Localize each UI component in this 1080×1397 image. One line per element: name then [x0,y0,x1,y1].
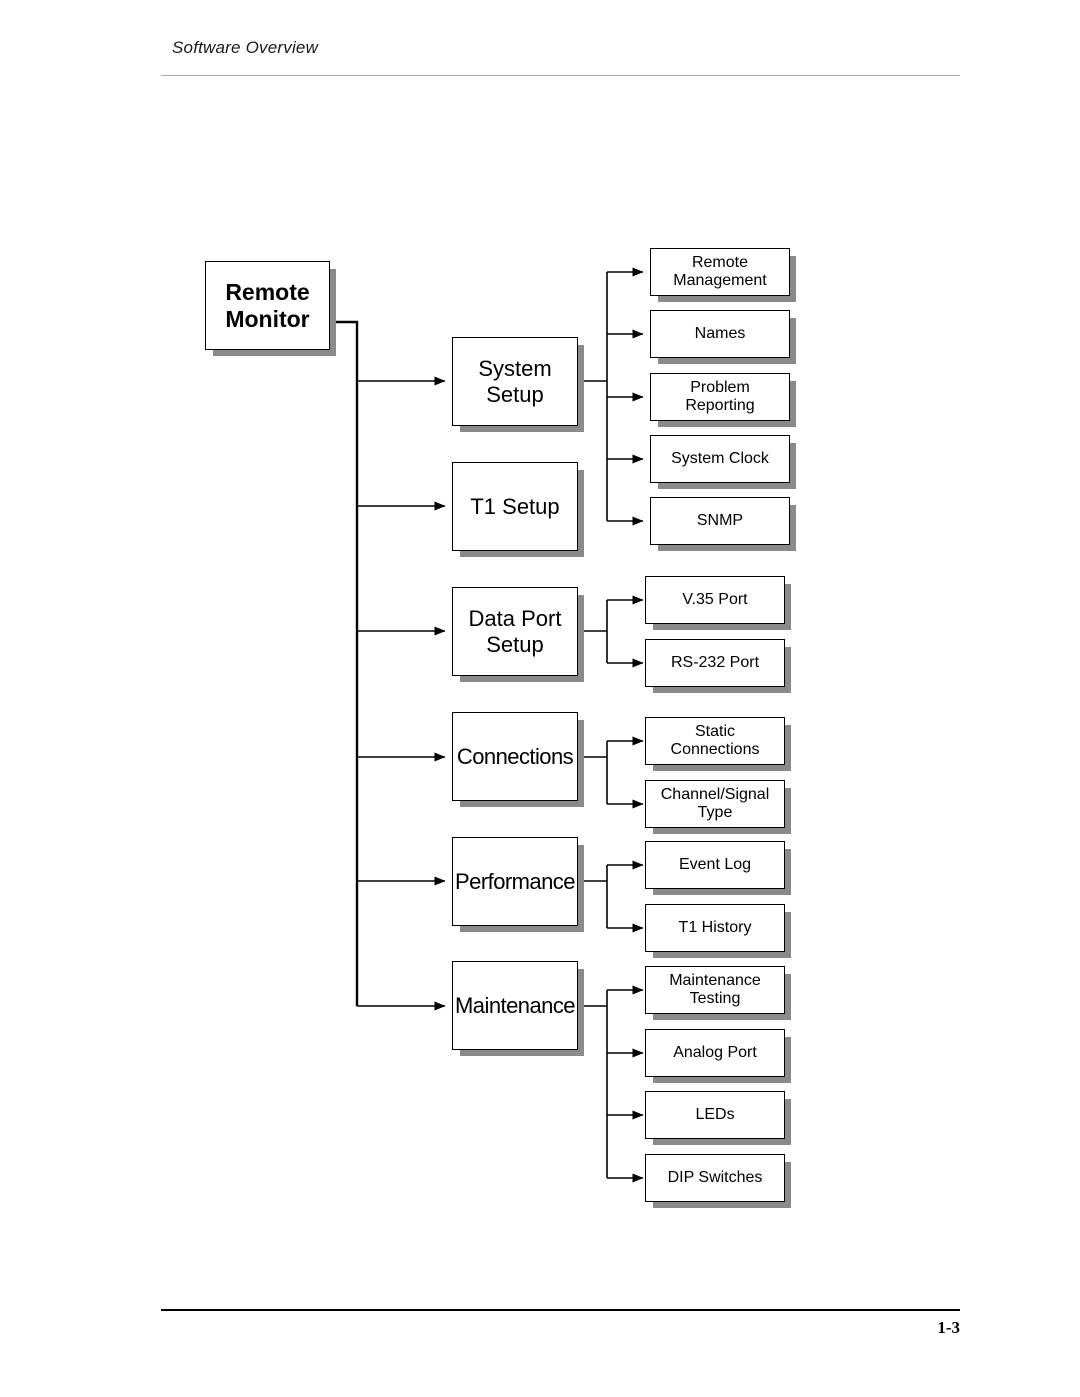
node-label: Connections [456,743,574,769]
node-names[interactable]: Names [650,310,790,358]
node-performance[interactable]: Performance [452,837,578,926]
node-label: Data Port Setup [468,606,562,657]
node-label: Analog Port [673,1043,757,1061]
node-channel-signal-type[interactable]: Channel/Signal Type [645,780,785,828]
node-label: Remote Monitor [225,279,310,332]
node-snmp[interactable]: SNMP [650,497,790,545]
node-label: System Clock [671,449,769,467]
node-v35-port[interactable]: V.35 Port [645,576,785,624]
node-label: Maintenance [455,992,575,1018]
node-label: Maintenance Testing [669,971,761,1007]
node-connections[interactable]: Connections [452,712,578,801]
node-system-clock[interactable]: System Clock [650,435,790,483]
node-analog-port[interactable]: Analog Port [645,1029,785,1077]
node-problem-reporting[interactable]: Problem Reporting [650,373,790,421]
node-dip-switches[interactable]: DIP Switches [645,1154,785,1202]
node-label: Remote Management [673,253,767,289]
node-system-setup[interactable]: System Setup [452,337,578,426]
node-label: Static Connections [670,722,760,758]
node-label: DIP Switches [667,1168,763,1186]
node-label: V.35 Port [682,590,748,608]
node-event-log[interactable]: Event Log [645,841,785,889]
node-label: Names [694,324,746,342]
node-t1-setup[interactable]: T1 Setup [452,462,578,551]
node-label: Performance [455,868,575,894]
node-maintenance[interactable]: Maintenance [452,961,578,1050]
node-label: System Setup [478,356,552,407]
software-menu-tree-diagram: Remote Monitor System Setup T1 Setup Dat… [0,0,1080,1397]
node-label: Problem Reporting [685,378,755,414]
node-rs232-port[interactable]: RS-232 Port [645,639,785,687]
node-t1-history[interactable]: T1 History [645,904,785,952]
node-remote-management[interactable]: Remote Management [650,248,790,296]
page-number: 1-3 [937,1318,960,1337]
node-static-connections[interactable]: Static Connections [645,717,785,765]
node-label: T1 Setup [470,493,560,519]
node-label: T1 History [678,918,752,936]
footer-divider [161,1309,960,1311]
node-label: Channel/Signal Type [660,785,770,821]
node-label: LEDs [695,1105,735,1123]
node-leds[interactable]: LEDs [645,1091,785,1139]
node-remote-monitor[interactable]: Remote Monitor [205,261,330,350]
node-maintenance-testing[interactable]: Maintenance Testing [645,966,785,1014]
node-data-port-setup[interactable]: Data Port Setup [452,587,578,676]
diagram-connectors [330,267,644,1183]
node-label: SNMP [696,511,744,529]
node-label: RS-232 Port [670,653,760,671]
node-label: Event Log [678,855,752,873]
